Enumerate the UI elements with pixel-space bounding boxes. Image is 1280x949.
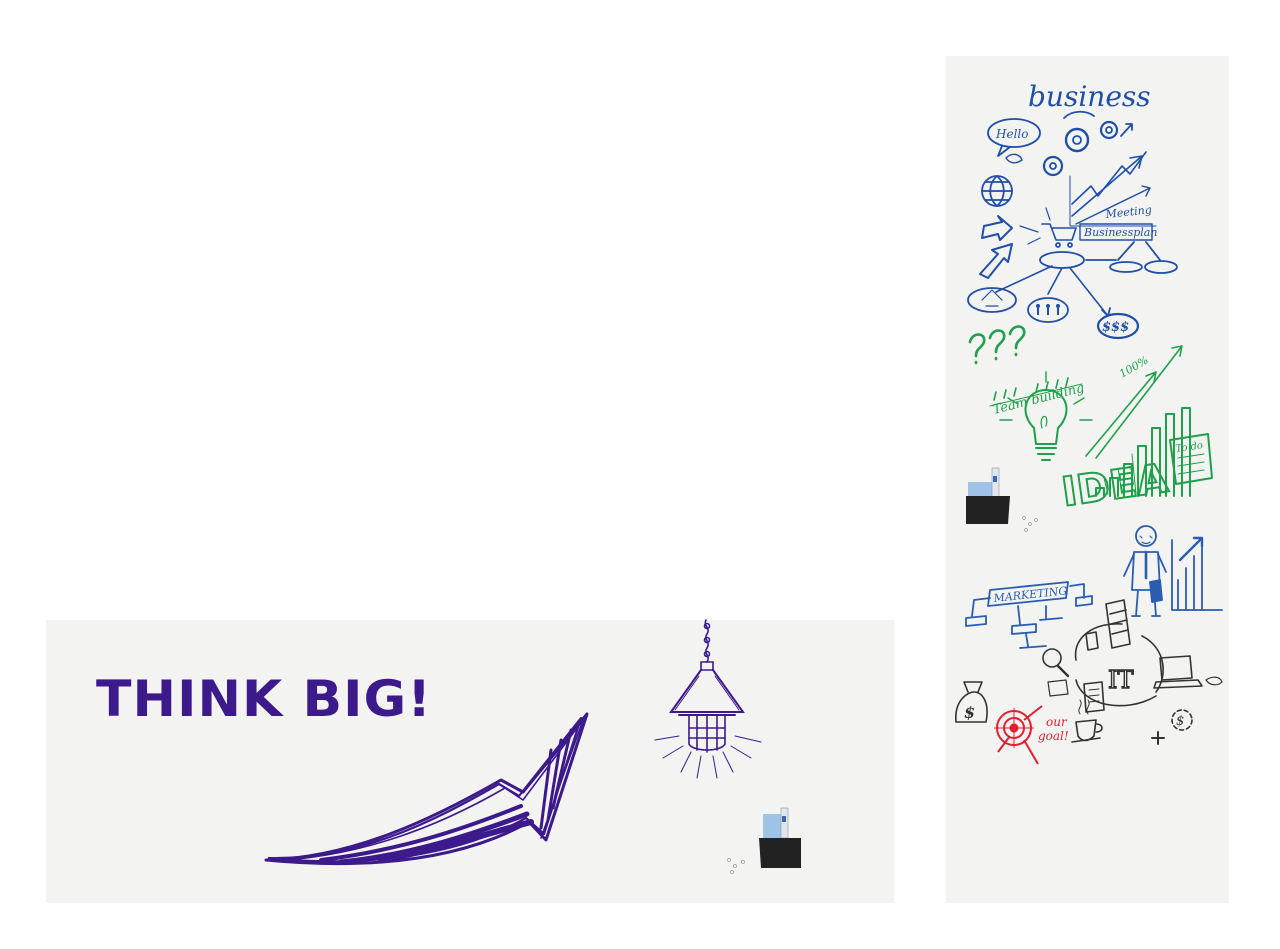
desk-organizer-icon — [727, 807, 801, 874]
it-doodle-section: $ $ IT our goal! — [955, 599, 1223, 765]
business-doodle-section: business Hello Meeting Businessplan $$$ — [967, 80, 1178, 340]
phone-icon — [1085, 631, 1099, 651]
hanging-lamp-icon — [654, 619, 762, 779]
coffee-cup-icon — [1075, 719, 1097, 742]
dollar-sign: $ — [964, 703, 975, 722]
meeting-text: Meeting — [1104, 203, 1152, 221]
goal-text-line1: our — [1046, 715, 1068, 729]
it-label: IT — [1108, 666, 1134, 694]
target-icon — [994, 705, 1043, 765]
todo-text: To do — [1175, 440, 1204, 455]
think-big-banner: THINK BIG! — [46, 619, 894, 903]
magnifier-icon — [1042, 648, 1062, 668]
business-plan-text: Businessplan — [1083, 226, 1157, 239]
people-icon — [1036, 304, 1060, 315]
business-title: business — [1028, 80, 1151, 113]
goal-text-line2: goal! — [1038, 729, 1069, 743]
business-doodles-panel: business Hello Meeting Businessplan $$$ — [946, 56, 1229, 903]
team-building-text: Team building — [991, 381, 1086, 418]
dollar-sign-small: $ — [1176, 714, 1184, 729]
laptop-icon — [1159, 655, 1193, 681]
arrow-up-right-icon — [264, 712, 589, 866]
hello-text: Hello — [995, 127, 1028, 141]
